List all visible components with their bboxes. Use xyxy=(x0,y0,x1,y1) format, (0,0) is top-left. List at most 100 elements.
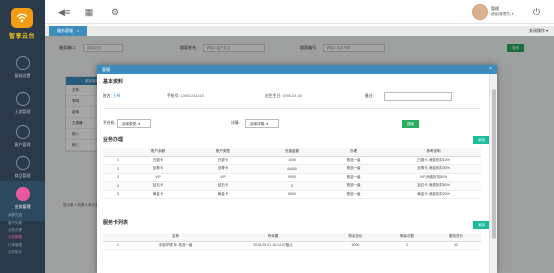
table-cell: VIP xyxy=(183,173,263,182)
basic-info-title: 基本资料 xyxy=(103,79,124,85)
column-header: 账户类型 xyxy=(183,148,263,157)
sidebar-item-label: 上游管理 xyxy=(14,109,31,114)
avatar[interactable] xyxy=(472,4,488,20)
column-header: 账户余额 xyxy=(133,148,183,157)
table-cell: 首选一级 xyxy=(321,164,386,174)
table-row[interactable]: 2 至尊卡 至尊卡 44400 首选一级 至尊卡,消费折扣30% xyxy=(103,164,481,174)
close-operations-dropdown[interactable]: 关闭操作 ▾ xyxy=(529,26,548,36)
business-table: 账户余额 账户类型 充值金额 办理 参考说明 1 白银卡 白银卡 1000 首选… xyxy=(103,148,481,199)
table-cell: 首选一级 xyxy=(321,156,386,165)
table-header-row: 名称 有效期 购买总价 剩余次数 服务总价 xyxy=(103,233,481,242)
subnav-item[interactable]: 业务数据 xyxy=(0,234,45,241)
table-cell: 首选一级 xyxy=(321,173,386,182)
detail-select[interactable]: -选择详情- ▾ xyxy=(245,119,279,128)
table-cell: 首选一级 xyxy=(321,181,386,191)
add-business-button[interactable]: 添加 xyxy=(473,136,489,144)
column-header: 购买总价 xyxy=(328,233,383,242)
add-service-card-button[interactable]: 添加 xyxy=(473,221,489,229)
table-cell: 手部护理-年-首选一级 xyxy=(133,241,218,250)
table-cell: 白银卡 xyxy=(133,156,183,165)
column-header xyxy=(103,148,133,157)
table-cell: 白银卡 xyxy=(183,156,263,165)
close-icon[interactable]: × xyxy=(489,65,492,74)
business-icon xyxy=(15,187,30,201)
info-value: 1995-03-16 xyxy=(282,94,302,98)
gear-icon[interactable]: ⚙ xyxy=(110,7,120,17)
sidebar-item-label: 业务管理 xyxy=(14,204,31,209)
brand-name: 智享云台 xyxy=(8,34,35,40)
table-cell: 至尊卡 xyxy=(133,164,183,174)
table-cell: 0 xyxy=(383,241,431,250)
table-cell: 1 xyxy=(103,241,133,250)
table-cell: VIP xyxy=(133,173,183,182)
subnav-item[interactable]: 订单管理 xyxy=(0,242,45,249)
table-row[interactable]: 5 黄金卡 黄金卡 5500 首选一级 黄金卡,消费折扣20% xyxy=(103,190,481,199)
table-cell: 1000 xyxy=(263,156,321,165)
subnav-item[interactable]: 业务办理 xyxy=(0,227,45,234)
table-cell: 3 xyxy=(103,173,133,182)
table-cell: 白银卡,消费折扣10% xyxy=(386,156,481,165)
table-row[interactable]: 1 手部护理-年-首选一级 2016-09-01 10:14:37截止 5000… xyxy=(103,241,481,250)
column-header: 充值金额 xyxy=(263,148,321,157)
brand-logo[interactable]: 智享云台 xyxy=(8,8,36,46)
column-header: 名称 xyxy=(133,233,218,242)
power-icon[interactable]: ⏻ xyxy=(533,7,540,18)
subnav-item[interactable]: 客户列表 xyxy=(0,219,45,226)
table-cell: 至尊卡,消费折扣30% xyxy=(386,164,481,174)
search-button[interactable]: 搜索 xyxy=(402,120,419,128)
goods-icon xyxy=(15,156,30,170)
tab-label: 服务客服 xyxy=(57,28,73,33)
info-value: 13901234215 xyxy=(180,94,204,98)
customer-modal: 客服 × 基本资料 姓名: 王林 手机号: 13901234215 出生生日: … xyxy=(97,65,497,273)
subnav-item[interactable]: 业务统计 xyxy=(0,249,45,256)
user-role-dropdown[interactable]: 超级(管理员) ▾ xyxy=(491,12,514,17)
tab-bar: 服务客服 × 关闭操作 ▾ xyxy=(45,26,554,36)
platform-select[interactable]: -选择类型- ▾ xyxy=(117,119,151,128)
table-cell: 0 xyxy=(263,181,321,191)
column-header: 参考说明 xyxy=(386,148,481,157)
table-row[interactable]: 4 钻石卡 钻石卡 0 首选一级 钻石卡,消费折扣50% xyxy=(103,181,481,191)
table-cell: 至尊卡 xyxy=(183,164,263,174)
service-card-section-title: 服务卡列表 xyxy=(103,220,129,226)
column-header: 服务总价 xyxy=(431,233,481,242)
customer-icon xyxy=(15,125,30,139)
menu-collapse-icon[interactable]: ◀≡ xyxy=(58,7,70,17)
close-icon[interactable]: × xyxy=(77,28,79,33)
info-value-link[interactable]: 王林 xyxy=(113,94,121,98)
info-label: 出生生日: xyxy=(265,94,282,98)
column-header: 办理 xyxy=(321,148,386,157)
select-value: -选择类型- xyxy=(121,122,138,126)
grid-icon[interactable]: ▦ xyxy=(84,7,94,17)
table-cell: 5500 xyxy=(263,190,321,199)
table-row[interactable]: 1 白银卡 白银卡 1000 首选一级 白银卡,消费折扣10% xyxy=(103,156,481,165)
info-birthday: 出生生日: 1995-03-16 xyxy=(265,94,302,99)
sidebar-item-label: 基础设置 xyxy=(14,73,31,78)
select-value: -选择详情- xyxy=(249,122,266,126)
tab-service[interactable]: 服务客服 × xyxy=(49,26,88,36)
wifi-logo-icon xyxy=(11,8,33,28)
table-cell: 1 xyxy=(103,156,133,165)
sidebar-item-label: 商品管理 xyxy=(14,173,31,178)
table-cell: 黄金卡 xyxy=(183,190,263,199)
table-cell: 40 xyxy=(431,241,481,250)
divider xyxy=(103,108,481,109)
table-cell: 2016-09-01 10:14:37截止 xyxy=(218,241,328,250)
table-cell: 黄金卡,消费折扣20% xyxy=(386,190,481,199)
info-name: 姓名: 王林 xyxy=(103,94,120,99)
sidebar: 智享云台 基础设置 上游管理 客户管理 商品管理 业务管理 余额充值 客户列表 … xyxy=(0,0,45,273)
remark-input[interactable] xyxy=(384,92,452,101)
modal-scrollbar[interactable] xyxy=(489,74,497,273)
table-cell: 5000 xyxy=(328,241,383,250)
filter-label: 详情: xyxy=(231,121,240,125)
table-cell: 5 xyxy=(103,190,133,199)
sidebar-item-basic-settings[interactable]: 基础设置 xyxy=(0,50,45,90)
column-header: 有效期 xyxy=(218,233,328,242)
upstream-icon xyxy=(15,92,30,106)
info-label: 姓名: xyxy=(103,94,112,98)
scrollbar-thumb[interactable] xyxy=(492,89,496,239)
service-card-table: 名称 有效期 购买总价 剩余次数 服务总价 1 手部护理-年-首选一级 2016… xyxy=(103,233,481,250)
table-row[interactable]: 3 VIP VIP 9900 首选一级 VIP,消费折扣50% xyxy=(103,173,481,182)
filter-label: 平台机: xyxy=(103,121,116,125)
table-cell: 钻石卡,消费折扣50% xyxy=(386,181,481,191)
subnav-item[interactable]: 余额充值 xyxy=(0,212,45,219)
